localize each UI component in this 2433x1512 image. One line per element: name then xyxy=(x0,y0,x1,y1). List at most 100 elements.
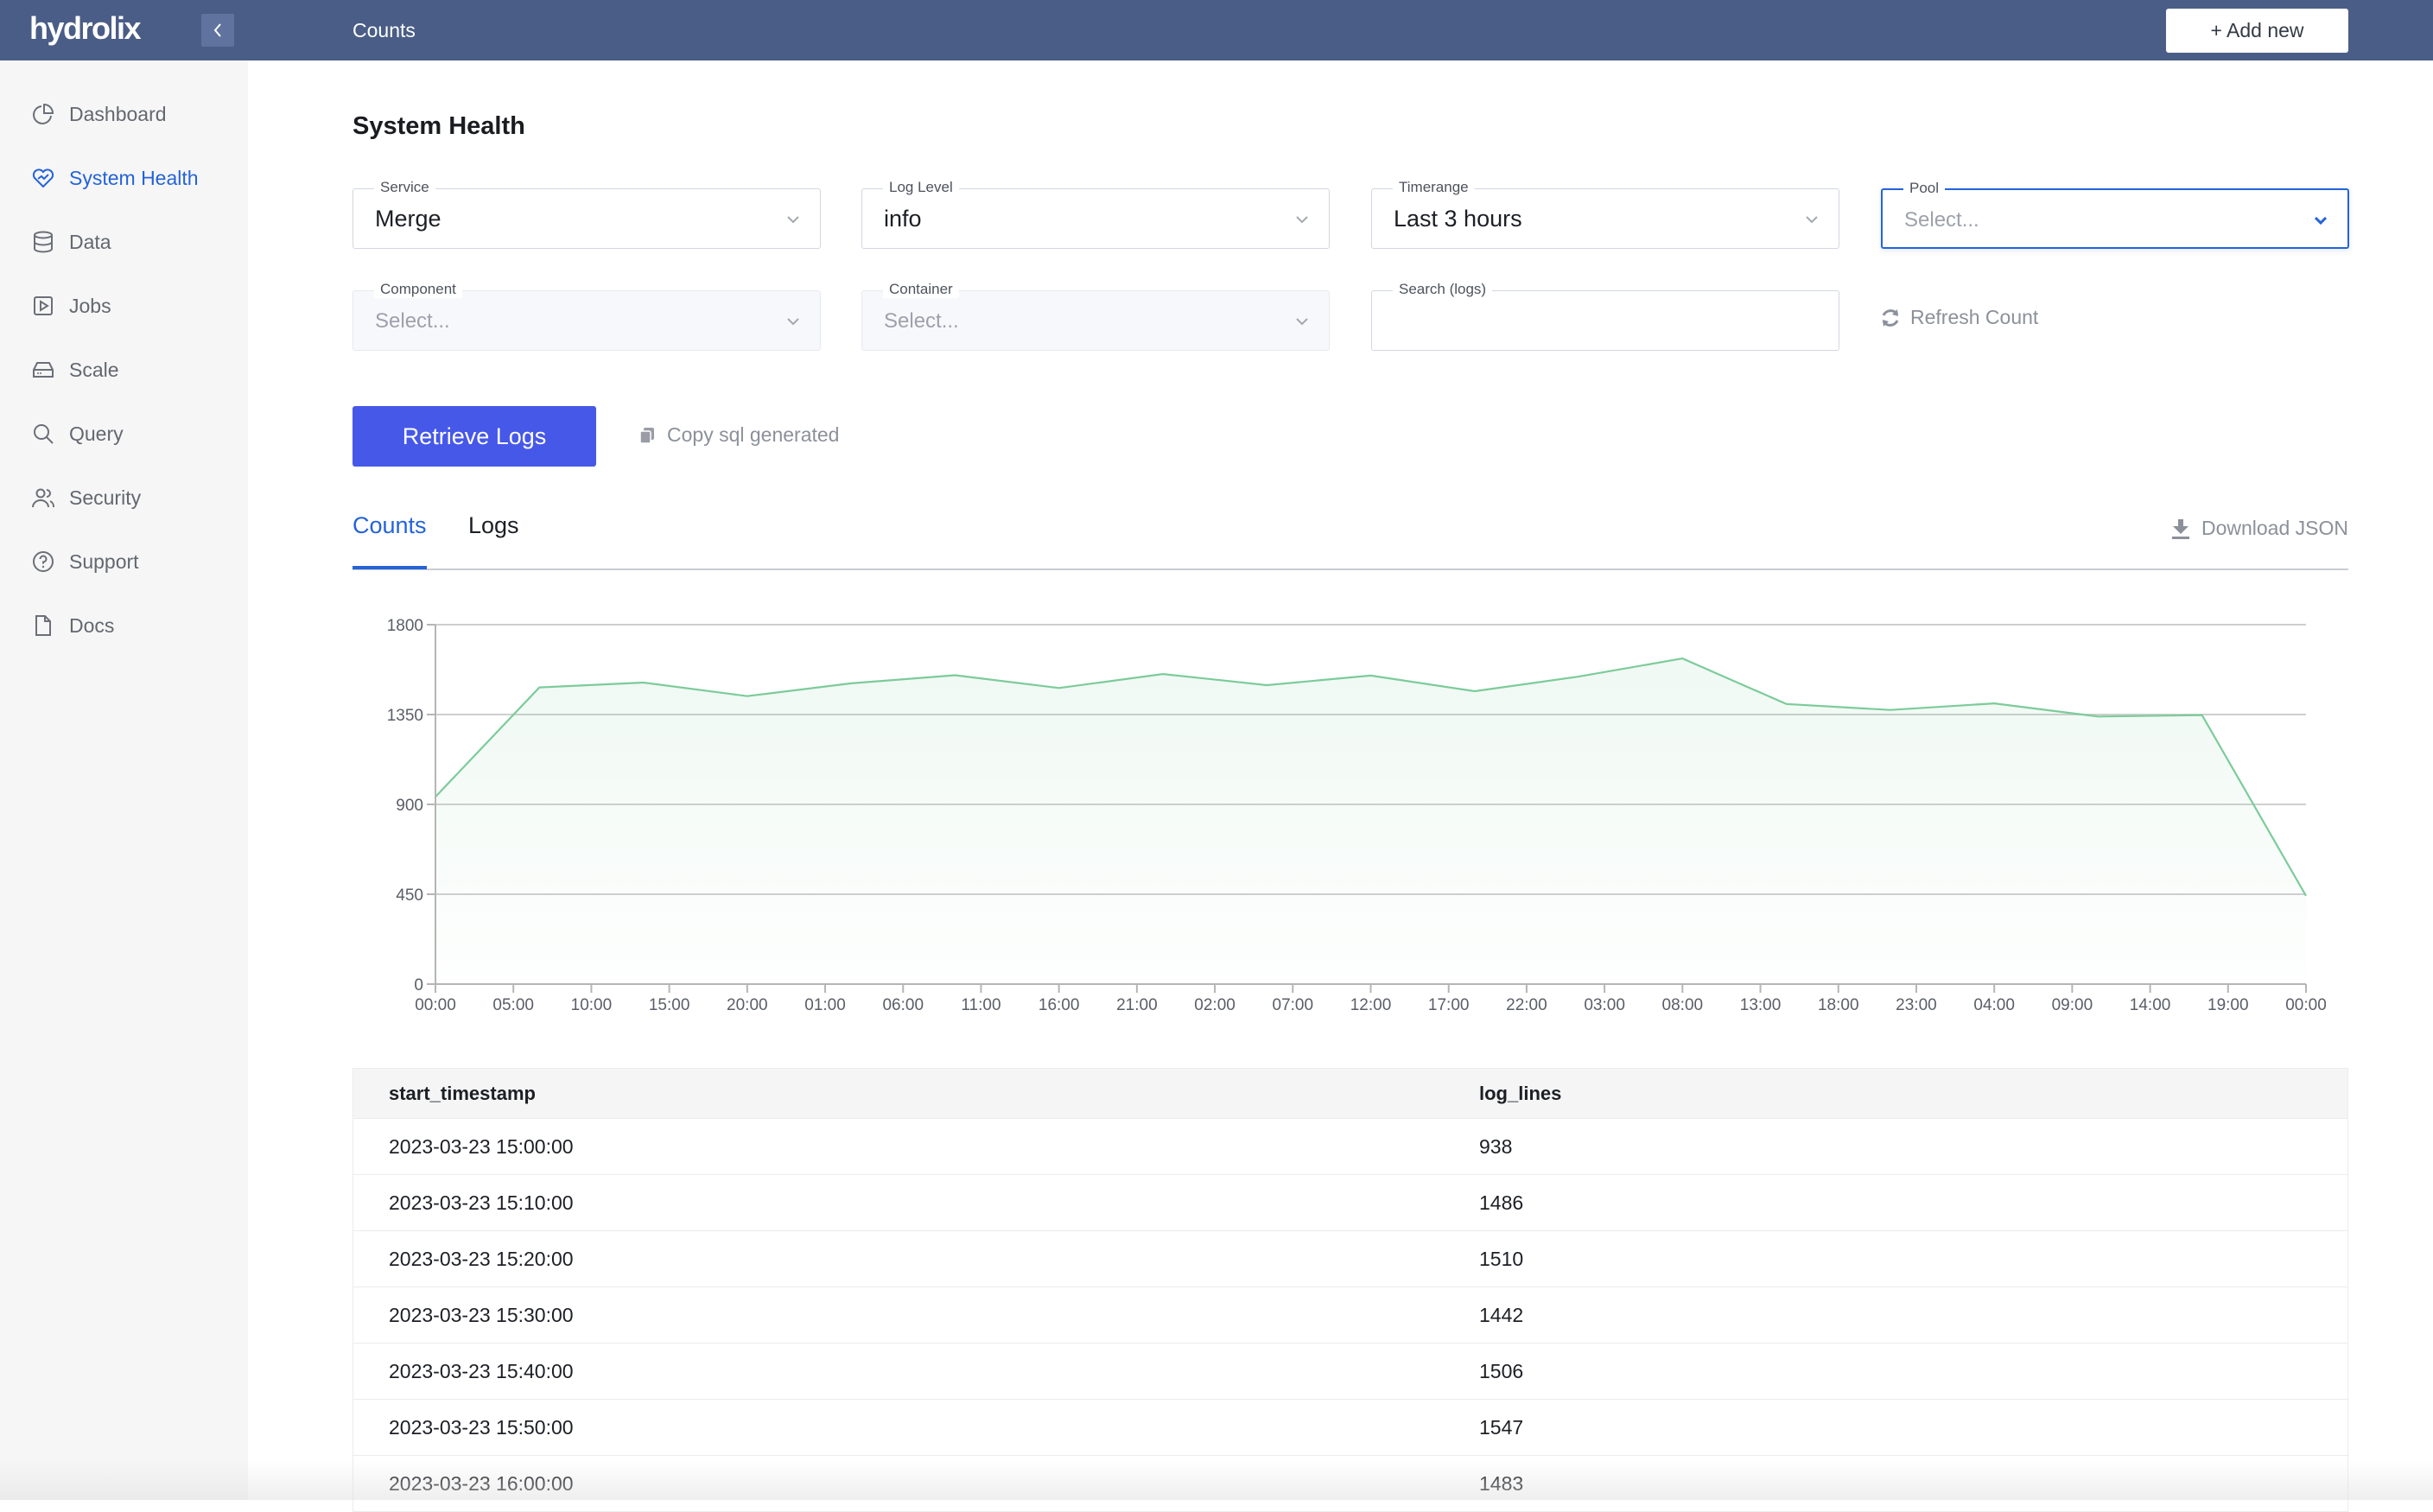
sidebar-item-support[interactable]: Support xyxy=(31,544,139,579)
service-select[interactable]: Service Merge xyxy=(353,179,821,249)
data-point[interactable] xyxy=(1680,656,1685,661)
x-tick-label: 09:00 xyxy=(2052,996,2093,1014)
top-header: hydrolix Counts + Add new xyxy=(0,0,2433,60)
cell-start-timestamp: 2023-03-23 15:20:00 xyxy=(389,1247,574,1270)
y-tick-label: 0 xyxy=(414,976,423,994)
tab-logs[interactable]: Logs xyxy=(468,512,519,539)
data-point[interactable] xyxy=(745,694,750,699)
table-row: 2023-03-23 15:00:00 938 xyxy=(353,1119,2347,1175)
log-level-value: info xyxy=(884,206,922,232)
table-row: 2023-03-23 15:40:00 1506 xyxy=(353,1344,2347,1400)
log-level-select[interactable]: Log Level info xyxy=(861,179,1330,249)
copy-sql-button[interactable]: Copy sql generated xyxy=(638,423,839,447)
file-icon xyxy=(31,613,55,638)
sidebar-item-dashboard[interactable]: Dashboard xyxy=(31,97,167,131)
cell-log-lines: 1442 xyxy=(1479,1303,1524,1326)
sidebar-item-label: Dashboard xyxy=(69,102,167,125)
sidebar-item-data[interactable]: Data xyxy=(31,225,111,259)
x-tick-label: 14:00 xyxy=(2130,996,2171,1014)
x-tick-label: 17:00 xyxy=(1428,996,1470,1014)
chevron-down-icon xyxy=(787,318,799,326)
data-point[interactable] xyxy=(1784,702,1789,707)
download-json-button[interactable]: Download JSON xyxy=(2170,517,2348,540)
sidebar-item-docs[interactable]: Docs xyxy=(31,608,114,643)
component-select[interactable]: Component Select... xyxy=(353,281,821,351)
refresh-icon xyxy=(1882,308,1899,327)
cell-start-timestamp: 2023-03-23 15:30:00 xyxy=(389,1303,574,1326)
collapse-sidebar-button[interactable] xyxy=(201,14,234,47)
chevron-down-icon xyxy=(787,216,799,224)
data-point[interactable] xyxy=(1264,683,1269,688)
x-tick-label: 13:00 xyxy=(1740,996,1782,1014)
x-tick-label: 06:00 xyxy=(882,996,924,1014)
retrieve-logs-button[interactable]: Retrieve Logs xyxy=(353,406,596,467)
cell-start-timestamp: 2023-03-23 15:00:00 xyxy=(389,1134,574,1158)
data-point[interactable] xyxy=(952,672,957,677)
column-header-log-lines[interactable]: log_lines xyxy=(1479,1083,2343,1105)
sidebar-item-label: Security xyxy=(69,486,142,509)
cell-log-lines: 938 xyxy=(1479,1134,1513,1158)
chevron-down-icon xyxy=(2314,216,2328,226)
x-tick-label: 19:00 xyxy=(2207,996,2249,1014)
x-tick-label: 21:00 xyxy=(1116,996,1158,1014)
chevron-left-icon xyxy=(213,23,221,37)
log-level-label: Log Level xyxy=(883,179,959,196)
chevron-down-icon xyxy=(1296,216,1308,224)
sidebar-item-system-health[interactable]: System Health xyxy=(31,161,199,195)
timerange-label: Timerange xyxy=(1393,179,1475,196)
data-point[interactable] xyxy=(848,681,854,686)
sidebar-item-scale[interactable]: Scale xyxy=(31,353,119,387)
sidebar-item-jobs[interactable]: Jobs xyxy=(31,289,111,323)
x-tick-label: 08:00 xyxy=(1662,996,1704,1014)
counts-table: start_timestamp log_lines 2023-03-23 15:… xyxy=(353,1068,2348,1512)
hydrolix-logo[interactable]: hydrolix xyxy=(29,10,142,47)
cell-start-timestamp: 2023-03-23 16:00:00 xyxy=(389,1471,574,1495)
x-tick-label: 16:00 xyxy=(1039,996,1080,1014)
component-placeholder: Select... xyxy=(375,309,450,333)
data-point[interactable] xyxy=(2200,713,2205,718)
data-point[interactable] xyxy=(1992,701,1997,706)
data-point[interactable] xyxy=(537,685,542,690)
chevron-down-icon xyxy=(1806,216,1818,224)
sidebar-item-label: Data xyxy=(69,230,111,253)
download-json-label: Download JSON xyxy=(2201,517,2348,539)
sidebar-item-query[interactable]: Query xyxy=(31,416,124,451)
data-point[interactable] xyxy=(1369,673,1374,678)
tab-counts[interactable]: Counts xyxy=(353,512,427,539)
header-title: Counts xyxy=(353,19,416,41)
counts-chart: 0 450 900 1350 1800 00:00 05:00 10:00 15:00 20:00… xyxy=(353,605,2348,1020)
timerange-select[interactable]: Timerange Last 3 hours xyxy=(1371,179,1839,249)
search-logs-input[interactable]: Search (logs) xyxy=(1371,281,1839,351)
x-tick-label: 20:00 xyxy=(727,996,768,1014)
refresh-count-label: Refresh Count xyxy=(1910,306,2039,328)
add-new-button[interactable]: + Add new xyxy=(2166,9,2348,53)
copy-sql-label: Copy sql generated xyxy=(667,423,840,446)
table-header-row: start_timestamp log_lines xyxy=(353,1069,2347,1119)
column-header-start-timestamp[interactable]: start_timestamp xyxy=(353,1083,1479,1105)
data-point[interactable] xyxy=(1057,685,1062,690)
users-icon xyxy=(31,486,55,510)
sidebar-item-security[interactable]: Security xyxy=(31,480,141,515)
data-point[interactable] xyxy=(1472,689,1477,694)
x-tick-label: 11:00 xyxy=(961,996,1001,1014)
chevron-down-icon xyxy=(1296,318,1308,326)
x-tick-label: 04:00 xyxy=(1973,996,2015,1014)
cell-log-lines: 1506 xyxy=(1479,1359,1524,1382)
result-tabs: Counts Logs Download JSON xyxy=(353,510,2348,570)
service-label: Service xyxy=(374,179,435,196)
heart-pulse-icon xyxy=(31,166,55,190)
pool-select[interactable]: Pool Select... xyxy=(1881,180,2349,249)
refresh-count-button[interactable]: Refresh Count xyxy=(1879,306,2038,329)
cell-log-lines: 1483 xyxy=(1479,1471,1524,1495)
search-icon xyxy=(31,422,55,446)
data-point[interactable] xyxy=(1576,674,1581,679)
database-icon xyxy=(31,230,55,254)
data-point[interactable] xyxy=(2303,893,2309,899)
container-select[interactable]: Container Select... xyxy=(861,281,1330,351)
data-point[interactable] xyxy=(641,680,646,685)
data-point[interactable] xyxy=(1888,708,1893,713)
pool-label: Pool xyxy=(1903,180,1946,197)
data-point[interactable] xyxy=(1160,671,1166,677)
data-point[interactable] xyxy=(2095,714,2100,719)
x-tick-label: 00:00 xyxy=(415,996,456,1014)
